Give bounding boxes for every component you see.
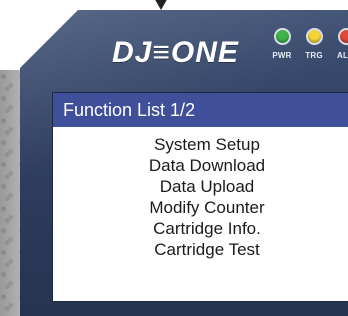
device-body: DJ≡ONE PWR TRG ALM Function List 1/2 Sys… bbox=[20, 10, 348, 316]
menu-item-cartridge-info[interactable]: Cartridge Info. bbox=[153, 218, 261, 239]
led-trg: TRG bbox=[302, 28, 326, 60]
trg-led-icon bbox=[305, 28, 323, 45]
menu-item-cartridge-test[interactable]: Cartridge Test bbox=[154, 239, 260, 260]
function-menu: System Setup Data Download Data Upload M… bbox=[53, 127, 348, 260]
pwr-led-icon bbox=[273, 28, 291, 45]
menu-item-data-download[interactable]: Data Download bbox=[149, 155, 265, 176]
led-alm: ALM bbox=[334, 28, 348, 60]
menu-item-system-setup[interactable]: System Setup bbox=[154, 134, 260, 155]
menu-item-data-upload[interactable]: Data Upload bbox=[160, 176, 255, 197]
led-label: ALM bbox=[337, 51, 348, 60]
screen-title: Function List 1/2 bbox=[53, 93, 348, 127]
lcd-screen: Function List 1/2 System Setup Data Down… bbox=[52, 92, 348, 302]
led-pwr: PWR bbox=[270, 28, 294, 60]
brand-logo: DJ≡ONE bbox=[112, 36, 239, 69]
alm-led-icon bbox=[337, 28, 348, 45]
menu-item-modify-counter[interactable]: Modify Counter bbox=[149, 197, 264, 218]
led-label: TRG bbox=[305, 51, 323, 60]
status-leds: PWR TRG ALM bbox=[270, 28, 348, 60]
led-label: PWR bbox=[272, 51, 292, 60]
